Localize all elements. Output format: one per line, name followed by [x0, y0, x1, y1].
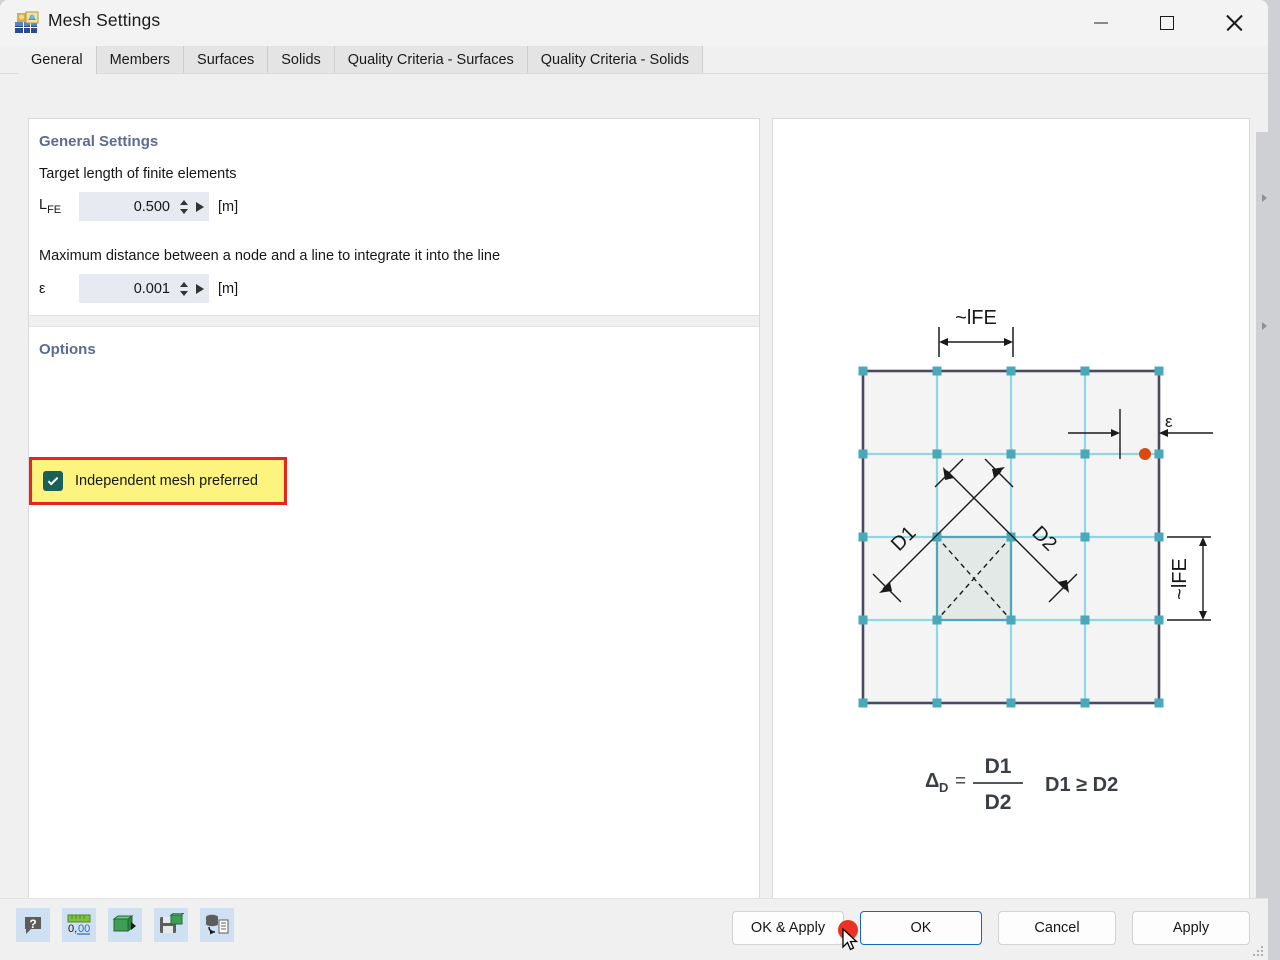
scroll-marker-icon — [1262, 194, 1267, 202]
tab-quality-criteria-solids[interactable]: Quality Criteria - Solids — [528, 46, 703, 74]
diagram-panel: ~lFE ε ~lFE — [772, 118, 1250, 946]
tab-quality-criteria-surfaces[interactable]: Quality Criteria - Surfaces — [335, 46, 528, 74]
max-distance-input[interactable]: 0.001 — [79, 274, 209, 303]
vertical-scrollbar[interactable] — [1256, 132, 1268, 960]
tab-label: General — [31, 52, 83, 68]
ok-button[interactable]: OK — [860, 911, 982, 945]
tab-label: Quality Criteria - Surfaces — [348, 52, 514, 68]
maximize-icon — [1160, 16, 1174, 30]
minimize-button[interactable] — [1068, 0, 1134, 46]
svg-text:?: ? — [29, 917, 36, 931]
close-icon — [1225, 14, 1243, 32]
independent-mesh-label: Independent mesh preferred — [75, 473, 258, 489]
apply-button[interactable]: Apply — [1132, 911, 1250, 945]
max-distance-caption: Maximum distance between a node and a li… — [29, 248, 500, 264]
formula-numerator: D1 — [985, 755, 1012, 778]
checkmark-icon — [48, 474, 59, 485]
resize-grip[interactable] — [1251, 944, 1263, 956]
max-distance-symbol: ε — [39, 281, 79, 297]
tab-strip: General Members Surfaces Solids Quality … — [0, 46, 1268, 74]
play-triangle-icon — [196, 284, 204, 294]
tab-label: Members — [110, 52, 170, 68]
dialog-footer: ? 0, 00 — [0, 898, 1268, 960]
stepper-up-icon[interactable] — [180, 200, 188, 205]
scroll-marker-icon — [1262, 322, 1267, 330]
highlight-node — [1139, 448, 1151, 460]
options-heading: Options — [29, 327, 759, 358]
max-distance-value: 0.001 — [79, 281, 177, 297]
formula-condition: D1 ≥ D2 — [1045, 774, 1118, 796]
max-distance-picker-button[interactable] — [191, 274, 209, 303]
close-button[interactable] — [1200, 0, 1268, 46]
tab-members[interactable]: Members — [97, 46, 184, 74]
window-title: Mesh Settings — [48, 10, 160, 31]
quality-formula: Δ D = D1 D2 D1 ≥ D2 — [925, 755, 1118, 814]
target-length-unit: [m] — [218, 199, 238, 215]
help-icon[interactable]: ? — [16, 908, 50, 942]
tab-solids[interactable]: Solids — [268, 46, 335, 74]
target-length-stepper[interactable] — [177, 192, 191, 221]
settings-panel: General Settings Target length of finite… — [28, 118, 760, 946]
dialog-buttons: OK & Apply OK Cancel Apply — [732, 911, 1250, 945]
independent-mesh-checkbox[interactable] — [43, 471, 63, 491]
target-length-symbol: LFE — [39, 197, 79, 216]
mesh-settings-icon — [14, 10, 40, 36]
save-defaults-icon[interactable] — [154, 908, 188, 942]
target-length-picker-button[interactable] — [191, 192, 209, 221]
formula-lhs-sub: D — [939, 780, 948, 795]
mesh-settings-window: Mesh Settings General Members Surfaces S… — [0, 0, 1268, 960]
svg-text:0,: 0, — [68, 923, 77, 935]
dialog-body: General Settings Target length of finite… — [0, 74, 1268, 926]
stepper-down-icon[interactable] — [180, 291, 188, 296]
target-length-value: 0.500 — [79, 199, 177, 215]
tab-general[interactable]: General — [18, 46, 97, 74]
max-distance-unit: [m] — [218, 281, 238, 297]
general-settings-heading: General Settings — [29, 119, 759, 150]
ok-and-apply-button[interactable]: OK & Apply — [732, 911, 844, 945]
stepper-up-icon[interactable] — [180, 282, 188, 287]
tab-label: Quality Criteria - Solids — [541, 52, 689, 68]
title-bar: Mesh Settings — [0, 0, 1268, 46]
formula-equals: = — [955, 771, 966, 792]
svg-text:00: 00 — [78, 923, 90, 935]
database-import-icon[interactable] — [200, 908, 234, 942]
footer-toolbar: ? 0, 00 — [16, 908, 234, 942]
window-controls — [1068, 0, 1268, 46]
stepper-down-icon[interactable] — [180, 209, 188, 214]
formula-lhs: Δ — [925, 770, 939, 792]
top-dimension — [939, 327, 1013, 357]
independent-mesh-option-row[interactable]: Independent mesh preferred — [29, 457, 287, 505]
tab-label: Solids — [281, 52, 321, 68]
tab-surfaces[interactable]: Surfaces — [184, 46, 268, 74]
mouse-cursor — [842, 928, 862, 954]
right-dimension-label: ~lFE — [1169, 558, 1191, 600]
decimal-places-icon[interactable]: 0, 00 — [62, 908, 96, 942]
target-length-input[interactable]: 0.500 — [79, 192, 209, 221]
minimize-icon — [1094, 22, 1108, 23]
top-dimension-label: ~lFE — [955, 307, 997, 329]
target-length-caption: Target length of finite elements — [29, 166, 236, 182]
epsilon-label: ε — [1165, 412, 1173, 431]
maximize-button[interactable] — [1134, 0, 1200, 46]
max-distance-stepper[interactable] — [177, 274, 191, 303]
formula-denominator: D2 — [985, 791, 1012, 814]
cancel-button[interactable]: Cancel — [998, 911, 1116, 945]
play-triangle-icon — [196, 202, 204, 212]
mesh-diagram: ~lFE ε ~lFE — [773, 119, 1249, 945]
tab-label: Surfaces — [197, 52, 254, 68]
export-values-icon[interactable] — [108, 908, 142, 942]
